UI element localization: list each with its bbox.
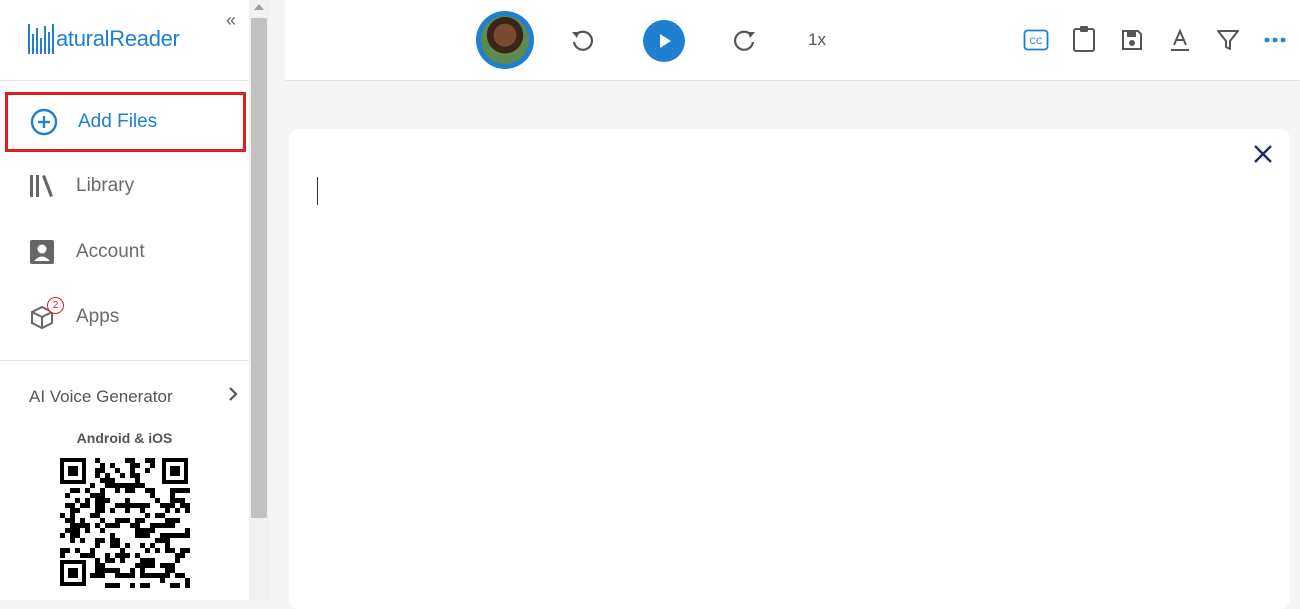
- library-icon: [28, 172, 56, 200]
- text-editor[interactable]: [289, 129, 1290, 609]
- forward-button[interactable]: [731, 26, 759, 54]
- sidebar-item-apps[interactable]: 2 Apps: [6, 288, 246, 346]
- mobile-apps-label: Android & iOS: [76, 430, 173, 446]
- speed-button[interactable]: 1x: [797, 28, 837, 52]
- chevron-right-icon: [227, 386, 239, 407]
- save-icon: [1122, 30, 1142, 50]
- clipboard-button[interactable]: [1070, 25, 1098, 53]
- forward-icon: [733, 30, 755, 51]
- closed-captions-button[interactable]: CC: [1022, 28, 1050, 52]
- text-format-icon: [1171, 28, 1189, 51]
- scrollbar-thumb[interactable]: [251, 18, 267, 518]
- sidebar-item-label: Account: [76, 241, 145, 262]
- apps-box-icon: 2: [28, 297, 64, 331]
- play-button[interactable]: [643, 20, 685, 62]
- account-icon: [28, 238, 56, 266]
- main-area: 1x CC: [285, 0, 1300, 609]
- rewind-button[interactable]: [568, 26, 596, 54]
- text-format-button[interactable]: [1166, 26, 1194, 54]
- clipboard-icon: [1073, 26, 1095, 52]
- apps-badge: 2: [47, 297, 64, 314]
- sidebar-scrollbar[interactable]: [249, 0, 269, 600]
- ai-voice-generator-link[interactable]: AI Voice Generator: [29, 386, 239, 407]
- filter-button[interactable]: [1214, 26, 1242, 54]
- svg-text:CC: CC: [1030, 36, 1043, 46]
- sidebar-item-account[interactable]: Account: [6, 223, 246, 281]
- sidebar-item-label: Apps: [76, 306, 120, 327]
- logo: aturalReader: [28, 24, 180, 54]
- rewind-icon: [572, 30, 594, 51]
- divider: [0, 80, 249, 81]
- sidebar-item-label: Add Files: [78, 111, 158, 132]
- collapse-sidebar-button[interactable]: «: [226, 10, 236, 31]
- qr-code-icon: [58, 456, 190, 588]
- sidebar: aturalReader « Add Files Library Account…: [0, 0, 249, 600]
- logo-bars-icon: [28, 24, 54, 54]
- more-options-button[interactable]: [1262, 30, 1288, 50]
- play-icon: [660, 34, 671, 48]
- close-editor-button[interactable]: [1252, 143, 1274, 165]
- cc-icon: CC: [1023, 29, 1049, 51]
- more-icon: [1264, 37, 1286, 43]
- close-icon: [1254, 145, 1272, 163]
- logo-text: aturalReader: [56, 26, 180, 51]
- ai-voice-generator-label: AI Voice Generator: [29, 386, 173, 406]
- avatar: [481, 16, 529, 64]
- filter-icon: [1217, 30, 1239, 50]
- sidebar-item-label: Library: [76, 175, 135, 196]
- voice-avatar-button[interactable]: [476, 11, 534, 69]
- player-toolbar: 1x CC: [285, 0, 1300, 81]
- scroll-up-icon[interactable]: [254, 4, 264, 10]
- sidebar-item-library[interactable]: Library: [6, 157, 246, 215]
- add-circle-icon: [30, 108, 58, 136]
- text-cursor: [317, 177, 318, 205]
- save-button[interactable]: [1118, 26, 1146, 54]
- divider: [0, 360, 249, 361]
- sidebar-item-add-files[interactable]: Add Files: [5, 92, 246, 152]
